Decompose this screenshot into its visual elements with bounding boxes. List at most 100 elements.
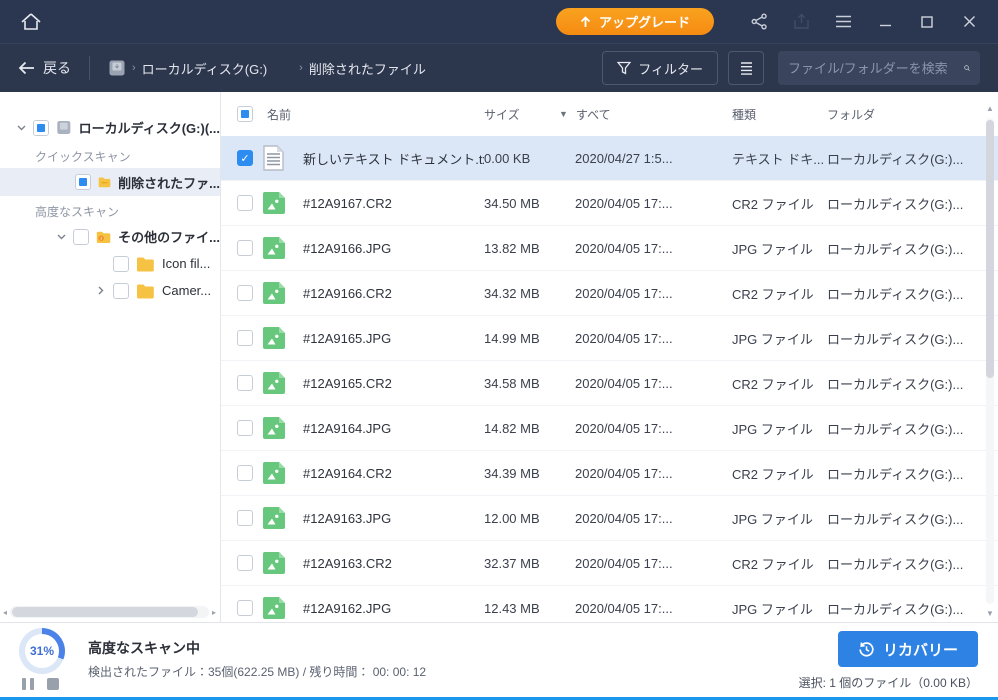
table-row[interactable]: #12A9167.CR2 34.50 MB 2020/04/05 17:... … bbox=[221, 181, 998, 226]
minimize-button[interactable] bbox=[874, 11, 896, 33]
sort-caret-icon[interactable]: ▼ bbox=[559, 109, 568, 119]
file-size: 34.32 MB bbox=[484, 285, 540, 301]
row-checkbox[interactable] bbox=[237, 330, 253, 346]
scroll-up-arrow-icon[interactable]: ▲ bbox=[984, 104, 996, 113]
chevron-down-icon[interactable] bbox=[56, 232, 66, 242]
tree-checkbox-deleted-files[interactable] bbox=[75, 174, 91, 190]
export-icon bbox=[793, 13, 809, 29]
tree-checkbox-local-disk[interactable] bbox=[33, 119, 49, 136]
tree-checkbox-other-files[interactable] bbox=[73, 228, 89, 245]
tree-item-label: その他のファイ... bbox=[118, 230, 220, 245]
back-button[interactable]: 戻る bbox=[18, 58, 71, 78]
menu-button[interactable] bbox=[832, 11, 854, 33]
file-icon-wrap bbox=[263, 144, 287, 172]
row-checkbox[interactable] bbox=[237, 285, 253, 301]
home-icon bbox=[21, 12, 41, 30]
chevron-down-icon[interactable] bbox=[16, 123, 26, 133]
tree-item-deleted-files[interactable]: 削除されたファ... bbox=[0, 168, 220, 196]
row-checkbox[interactable] bbox=[237, 195, 253, 211]
row-checkbox[interactable] bbox=[237, 420, 253, 436]
tree-checkbox-icon-files[interactable] bbox=[113, 255, 129, 272]
table-row[interactable]: #12A9165.JPG 14.99 MB 2020/04/05 17:... … bbox=[221, 316, 998, 361]
title-bar: アップグレード bbox=[0, 0, 998, 44]
tree-checkbox-camera[interactable] bbox=[113, 282, 129, 299]
disk-icon bbox=[57, 120, 71, 135]
export-button[interactable] bbox=[790, 11, 812, 33]
file-type: JPG ファイル bbox=[732, 511, 813, 527]
folder-open-icon bbox=[98, 177, 111, 188]
filter-label: フィルター bbox=[638, 61, 703, 77]
image-file-icon bbox=[263, 237, 285, 259]
scrollbar-thumb[interactable] bbox=[12, 607, 198, 617]
column-header-date[interactable]: ▼ すべて bbox=[559, 106, 732, 123]
maximize-button[interactable] bbox=[916, 11, 938, 33]
scroll-left-arrow-icon[interactable]: ◂ bbox=[0, 608, 10, 617]
file-folder: ローカルディスク(G:)... bbox=[827, 601, 964, 617]
breadcrumb-chevron: › bbox=[132, 62, 136, 74]
scrollbar-thumb[interactable] bbox=[986, 120, 994, 378]
column-header-folder[interactable]: フォルダ bbox=[827, 106, 984, 123]
file-date: 2020/04/05 17:... bbox=[575, 555, 673, 571]
search-input[interactable] bbox=[788, 60, 964, 76]
date-filter-label[interactable]: すべて bbox=[576, 106, 611, 123]
table-row[interactable]: #12A9164.CR2 34.39 MB 2020/04/05 17:... … bbox=[221, 451, 998, 496]
tree-item-label: Icon fil... bbox=[162, 256, 211, 271]
tree-item-local-disk[interactable]: ローカルディスク(G:)(... bbox=[0, 114, 220, 141]
scroll-right-arrow-icon[interactable]: ▸ bbox=[209, 608, 219, 617]
file-type: JPG ファイル bbox=[732, 601, 813, 617]
table-row[interactable]: #12A9166.CR2 34.32 MB 2020/04/05 17:... … bbox=[221, 271, 998, 316]
table-row[interactable]: #12A9162.JPG 12.43 MB 2020/04/05 17:... … bbox=[221, 586, 998, 622]
breadcrumb-folder[interactable]: 削除されたファイル bbox=[309, 59, 426, 78]
column-header-type[interactable]: 種類 bbox=[732, 106, 827, 123]
share-button[interactable] bbox=[748, 11, 770, 33]
sidebar-horizontal-scrollbar[interactable]: ◂ ▸ bbox=[0, 605, 219, 619]
tree-item-icon-files[interactable]: Icon fil... bbox=[0, 250, 220, 277]
row-checkbox[interactable] bbox=[237, 240, 253, 256]
upgrade-arrow-icon bbox=[580, 15, 591, 27]
row-checkbox[interactable] bbox=[237, 555, 253, 571]
stop-scan-button[interactable] bbox=[47, 678, 59, 690]
file-name: #12A9167.CR2 bbox=[303, 195, 392, 211]
tree-item-camera[interactable]: Camer... bbox=[0, 277, 220, 304]
view-mode-button[interactable] bbox=[728, 51, 764, 85]
row-checkbox[interactable] bbox=[237, 600, 253, 616]
table-row[interactable]: 新しいテキスト ドキュメント.txt 0.00 KB 2020/04/27 1:… bbox=[221, 136, 998, 181]
table-row[interactable]: #12A9166.JPG 13.82 MB 2020/04/05 17:... … bbox=[221, 226, 998, 271]
row-checkbox[interactable] bbox=[237, 150, 253, 166]
list-view-icon bbox=[740, 61, 752, 75]
home-button[interactable] bbox=[18, 9, 44, 35]
row-checkbox[interactable] bbox=[237, 375, 253, 391]
vertical-scrollbar[interactable]: ▲ ▼ bbox=[984, 104, 996, 618]
file-size: 34.50 MB bbox=[484, 195, 540, 211]
scroll-down-arrow-icon[interactable]: ▼ bbox=[984, 609, 996, 618]
file-rows: 新しいテキスト ドキュメント.txt 0.00 KB 2020/04/27 1:… bbox=[221, 136, 998, 622]
upgrade-button[interactable]: アップグレード bbox=[555, 8, 714, 35]
recover-button[interactable]: リカバリー bbox=[838, 631, 978, 667]
close-icon bbox=[963, 16, 975, 27]
file-date: 2020/04/05 17:... bbox=[575, 285, 673, 301]
chevron-right-icon[interactable] bbox=[96, 286, 106, 296]
scrollbar-track[interactable] bbox=[10, 606, 209, 618]
share-icon bbox=[751, 13, 767, 30]
column-header-name[interactable]: 名前 bbox=[263, 106, 484, 123]
image-file-icon bbox=[263, 462, 285, 484]
table-row[interactable]: #12A9164.JPG 14.82 MB 2020/04/05 17:... … bbox=[221, 406, 998, 451]
breadcrumb: › ローカルディスク(G:) › 削除されたファイル bbox=[108, 59, 426, 78]
folder-icon bbox=[137, 284, 154, 298]
search-icon[interactable] bbox=[964, 60, 970, 76]
close-button[interactable] bbox=[958, 11, 980, 33]
breadcrumb-disk[interactable]: ローカルディスク(G:) bbox=[142, 59, 267, 78]
file-name: #12A9163.CR2 bbox=[303, 555, 392, 571]
table-row[interactable]: #12A9163.CR2 32.37 MB 2020/04/05 17:... … bbox=[221, 541, 998, 586]
tree-item-other-files[interactable]: ! その他のファイ... bbox=[0, 223, 220, 250]
filter-button[interactable]: フィルター bbox=[602, 51, 718, 85]
table-row[interactable]: #12A9165.CR2 34.58 MB 2020/04/05 17:... … bbox=[221, 361, 998, 406]
row-checkbox[interactable] bbox=[237, 510, 253, 526]
file-folder: ローカルディスク(G:)... bbox=[827, 556, 964, 572]
row-checkbox[interactable] bbox=[237, 465, 253, 481]
file-date: 2020/04/27 1:5... bbox=[575, 150, 673, 166]
select-all-checkbox[interactable] bbox=[237, 106, 253, 122]
table-row[interactable]: #12A9163.JPG 12.00 MB 2020/04/05 17:... … bbox=[221, 496, 998, 541]
filter-funnel-icon bbox=[617, 61, 632, 75]
pause-scan-button[interactable] bbox=[22, 678, 34, 690]
